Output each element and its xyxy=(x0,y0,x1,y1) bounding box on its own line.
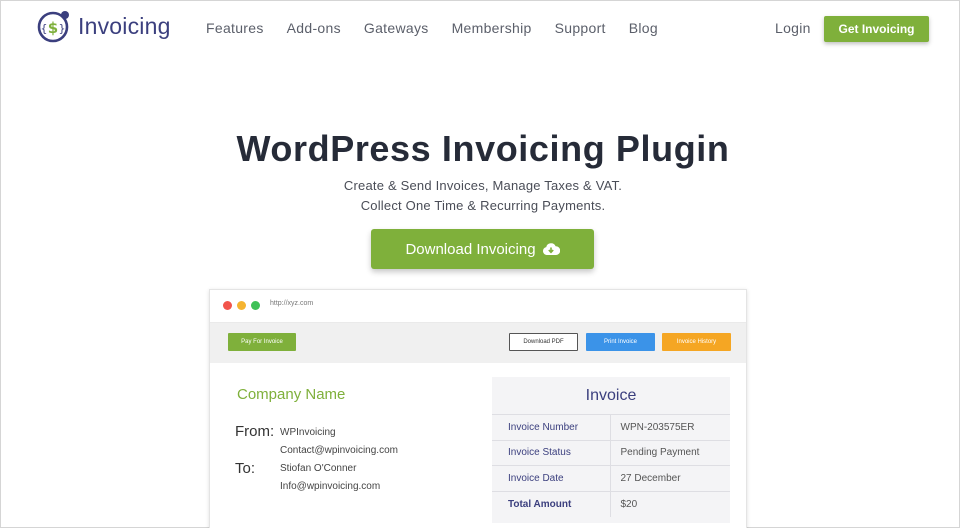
to-email: Info@wpinvoicing.com xyxy=(280,481,381,492)
download-invoicing-button[interactable]: Download Invoicing xyxy=(371,229,594,269)
table-row: Invoice Status Pending Payment xyxy=(492,439,730,466)
from-name: WPInvoicing xyxy=(280,427,336,438)
company-name: Company Name xyxy=(237,386,346,403)
hero-title: WordPress Invoicing Plugin xyxy=(236,128,730,169)
row-label: Invoice Number xyxy=(492,414,611,440)
row-value: $20 xyxy=(610,490,730,517)
row-value: 27 December xyxy=(610,465,730,491)
hero-subtitle-line1: Create & Send Invoices, Manage Taxes & V… xyxy=(343,178,623,193)
invoice-summary-panel: Invoice Invoice Number WPN-203575ER Invo… xyxy=(492,377,730,523)
invoice-details-table: Invoice Number WPN-203575ER Invoice Stat… xyxy=(492,414,730,517)
row-value: Pending Payment xyxy=(610,439,730,466)
browser-titlebar: http://xyz.com xyxy=(210,290,746,323)
main-nav: Features Add-ons Gateways Membership Sup… xyxy=(206,20,681,36)
table-row: Invoice Number WPN-203575ER xyxy=(492,414,730,440)
get-invoicing-button[interactable]: Get Invoicing xyxy=(824,16,929,42)
site-header: $ { } Invoicing Features Add-ons Gateway… xyxy=(0,0,960,60)
invoice-history-button[interactable]: Invoice History xyxy=(662,333,731,351)
from-email: Contact@wpinvoicing.com xyxy=(280,445,398,456)
print-invoice-button[interactable]: Print Invoice xyxy=(586,333,655,351)
svg-text:{: { xyxy=(41,22,48,35)
logo-text: Invoicing xyxy=(78,12,171,39)
to-name: Stiofan O'Conner xyxy=(280,463,357,474)
nav-item-features[interactable]: Features xyxy=(206,20,264,36)
svg-text:}: } xyxy=(59,22,66,35)
table-row: Invoice Date 27 December xyxy=(492,465,730,491)
pay-for-invoice-button[interactable]: Pay For Invoice xyxy=(228,333,296,351)
row-label: Invoice Status xyxy=(492,439,611,466)
download-label: Download Invoicing xyxy=(405,240,536,258)
from-label: From: xyxy=(235,423,275,440)
maximize-dot-icon xyxy=(251,301,260,310)
minimize-dot-icon xyxy=(237,301,246,310)
table-row: Total Amount $20 xyxy=(492,490,730,517)
invoice-toolbar: Pay For Invoice Download PDF Print Invoi… xyxy=(210,323,746,363)
row-label: Total Amount xyxy=(492,490,611,517)
nav-item-support[interactable]: Support xyxy=(555,20,606,36)
hero-subtitle-line2: Collect One Time & Recurring Payments. xyxy=(360,198,606,213)
invoicing-logo-icon: $ { } xyxy=(37,11,69,43)
cloud-download-icon xyxy=(542,243,560,255)
invoice-title: Invoice xyxy=(585,387,637,404)
nav-item-blog[interactable]: Blog xyxy=(629,20,658,36)
nav-item-add-ons[interactable]: Add-ons xyxy=(287,20,341,36)
svg-text:$: $ xyxy=(48,19,58,37)
browser-mockup: http://xyz.com Pay For Invoice Download … xyxy=(209,289,747,528)
login-link[interactable]: Login xyxy=(775,20,811,36)
nav-item-gateways[interactable]: Gateways xyxy=(364,20,429,36)
nav-item-membership[interactable]: Membership xyxy=(452,20,532,36)
logo[interactable]: $ { } Invoicing xyxy=(36,8,171,44)
close-dot-icon xyxy=(223,301,232,310)
to-label: To: xyxy=(235,460,256,477)
browser-url: http://xyz.com xyxy=(270,300,314,307)
row-value: WPN-203575ER xyxy=(610,414,730,440)
download-pdf-button[interactable]: Download PDF xyxy=(509,333,578,351)
row-label: Invoice Date xyxy=(492,465,611,491)
